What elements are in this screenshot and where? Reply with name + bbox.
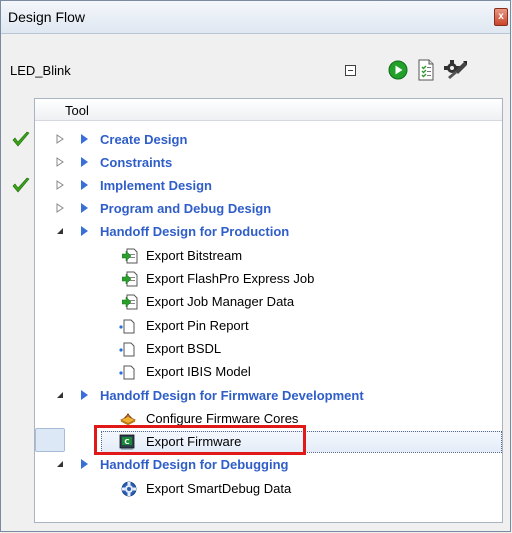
close-button[interactable]: x — [494, 8, 508, 26]
run-icon — [388, 60, 408, 80]
blue-triangle-icon — [81, 157, 88, 167]
tree-item-label: Export IBIS Model — [146, 364, 251, 379]
tree-item-export-bsdl[interactable]: Export BSDL — [1, 338, 510, 360]
tree-group-create-design[interactable]: Create Design — [1, 129, 510, 151]
tree-item-label: Export Pin Report — [146, 318, 249, 333]
tree-group-label: Constraints — [100, 155, 173, 170]
options-button[interactable] — [444, 58, 468, 82]
window-title: Design Flow — [8, 9, 86, 25]
expand-arrow-icon[interactable] — [54, 179, 66, 191]
blue-triangle-icon — [81, 203, 88, 213]
tree-group-label: Create Design — [100, 132, 188, 147]
run-button[interactable] — [386, 58, 410, 82]
tree-group-label: Program and Debug Design — [100, 201, 272, 216]
blue-triangle-icon — [81, 390, 88, 400]
tool-column-label: Tool — [65, 103, 89, 118]
blue-triangle-icon — [81, 134, 88, 144]
project-name: LED_Blink — [10, 63, 71, 78]
tree-item-export-firmware[interactable]: C Export Firmware — [1, 431, 510, 453]
options-wrench-icon — [444, 60, 467, 79]
tree-item-label: Export SmartDebug Data — [146, 481, 292, 496]
title-bar[interactable]: Design Flow x — [1, 1, 510, 34]
tree-group-handoff-debugging[interactable]: Handoff Design for Debugging — [1, 454, 510, 476]
expand-arrow-icon[interactable] — [54, 133, 66, 145]
export-blank-page-icon — [119, 319, 135, 334]
expand-arrow-icon[interactable] — [54, 202, 66, 214]
tree-group-label: Handoff Design for Debugging — [100, 457, 289, 472]
tree-item-label: Export Bitstream — [146, 248, 243, 263]
tree-group-label: Handoff Design for Production — [100, 224, 290, 239]
blue-triangle-icon — [81, 180, 88, 190]
expand-arrow-icon[interactable] — [54, 156, 66, 168]
tree-group-constraints[interactable]: Constraints — [1, 152, 510, 174]
tree-group-implement-design[interactable]: Implement Design — [1, 175, 510, 197]
collapse-arrow-icon[interactable] — [54, 389, 66, 401]
tree-group-handoff-production[interactable]: Handoff Design for Production — [1, 221, 510, 243]
firmware-cores-icon — [120, 413, 136, 426]
tool-column-header[interactable]: Tool — [35, 99, 502, 121]
tree-group-program-debug[interactable]: Program and Debug Design — [1, 198, 510, 220]
export-green-arrow-icon — [122, 271, 138, 287]
tree-group-handoff-firmware[interactable]: Handoff Design for Firmware Development — [1, 385, 510, 407]
tree-item-configure-firmware-cores[interactable]: Configure Firmware Cores — [1, 408, 510, 430]
tree-item-export-bitstream[interactable]: Export Bitstream — [1, 245, 510, 267]
design-flow-window: Design Flow x LED_Blink Tool Create Desi… — [0, 0, 511, 532]
tree-item-label: Configure Firmware Cores — [146, 411, 299, 426]
collapse-arrow-icon[interactable] — [54, 225, 66, 237]
tree-group-label: Implement Design — [100, 178, 212, 193]
export-firmware-icon: C — [119, 434, 135, 450]
tree-item-label: Export Firmware — [146, 434, 242, 449]
collapse-all-button[interactable] — [338, 58, 362, 82]
blue-triangle-icon — [81, 459, 88, 469]
collapse-all-icon — [344, 64, 356, 76]
smartdebug-icon — [121, 481, 137, 497]
tree-item-export-job-manager-data[interactable]: Export Job Manager Data — [1, 291, 510, 313]
report-icon — [418, 59, 434, 81]
collapse-arrow-icon[interactable] — [54, 458, 66, 470]
tree-item-export-ibis-model[interactable]: Export IBIS Model — [1, 361, 510, 383]
tree-item-label: Export BSDL — [146, 341, 222, 356]
tree-item-label: Export FlashPro Express Job — [146, 271, 315, 286]
tree-item-export-flashpro-express-job[interactable]: Export FlashPro Express Job — [1, 268, 510, 290]
tree-item-label: Export Job Manager Data — [146, 294, 295, 309]
complete-check-icon — [12, 177, 30, 193]
export-blank-page-icon — [119, 342, 135, 357]
export-green-arrow-icon — [122, 248, 138, 264]
tree-item-export-smartdebug-data[interactable]: Export SmartDebug Data — [1, 478, 510, 500]
blue-triangle-icon — [81, 226, 88, 236]
complete-check-icon — [12, 131, 30, 147]
svg-text:C: C — [124, 438, 129, 446]
export-green-arrow-icon — [122, 294, 138, 310]
tree-item-export-pin-report[interactable]: Export Pin Report — [1, 315, 510, 337]
export-blank-page-icon — [119, 365, 135, 380]
report-button[interactable] — [414, 58, 438, 82]
tree-group-label: Handoff Design for Firmware Development — [100, 388, 364, 403]
